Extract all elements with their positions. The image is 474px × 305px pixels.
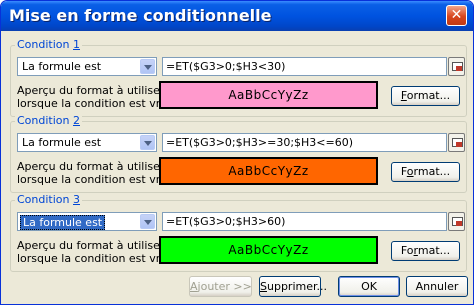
condition-type-select-3[interactable]: La formule est (17, 212, 157, 231)
format-button-3[interactable]: Format... (391, 241, 460, 261)
formula-input-2[interactable]: =ET($G3>0;$H3>=30;$H3<=60) (162, 133, 447, 152)
condition-type-value-2: La formule est (22, 136, 102, 149)
condition-type-select-1[interactable]: La formule est (17, 57, 157, 76)
chevron-down-icon[interactable] (140, 135, 155, 150)
close-icon: ✕ (450, 7, 463, 23)
format-preview-1: AaBbCcYyZz (159, 81, 378, 109)
format-button-2[interactable]: Format... (391, 162, 460, 182)
close-button[interactable]: ✕ (446, 5, 467, 26)
add-condition-button[interactable]: Ajouter >> (189, 276, 252, 297)
chevron-down-icon[interactable] (140, 59, 155, 74)
chevron-down-icon[interactable] (140, 214, 155, 229)
ok-button[interactable]: OK (338, 276, 400, 297)
formula-input-1[interactable]: =ET($G3>0;$H3<30) (162, 57, 447, 76)
condition-legend-2: Condition 2 (15, 114, 82, 127)
condition-group-2: Condition 2 La formule est =ET($G3>0;$H3… (10, 114, 467, 193)
range-select-icon[interactable] (448, 212, 465, 231)
range-select-icon[interactable] (448, 57, 465, 76)
window-title: Mise en forme conditionnelle (9, 6, 272, 25)
condition-legend-3: Condition 3 (15, 193, 82, 206)
condition-legend-1: Condition 1 (15, 38, 82, 51)
delete-condition-button[interactable]: Supprimer... (259, 276, 327, 297)
formula-input-3[interactable]: =ET($G3>0;$H3>60) (162, 212, 447, 231)
format-preview-3: AaBbCcYyZz (159, 236, 378, 264)
format-button-1[interactable]: Format... (391, 86, 460, 106)
condition-group-3: Condition 3 La formule est =ET($G3>0;$H3… (10, 193, 467, 272)
condition-group-1: Condition 1 La formule est =ET($G3>0;$H3… (10, 38, 467, 117)
format-preview-2: AaBbCcYyZz (159, 157, 378, 185)
condition-type-select-2[interactable]: La formule est (17, 133, 157, 152)
title-bar[interactable]: Mise en forme conditionnelle ✕ (1, 1, 473, 31)
cancel-button[interactable]: Annuler (406, 276, 468, 297)
condition-type-value-3: La formule est (20, 215, 106, 230)
condition-type-value-1: La formule est (22, 60, 102, 73)
range-select-icon[interactable] (448, 133, 465, 152)
dialog-window: Mise en forme conditionnelle ✕ Condition… (0, 0, 474, 305)
